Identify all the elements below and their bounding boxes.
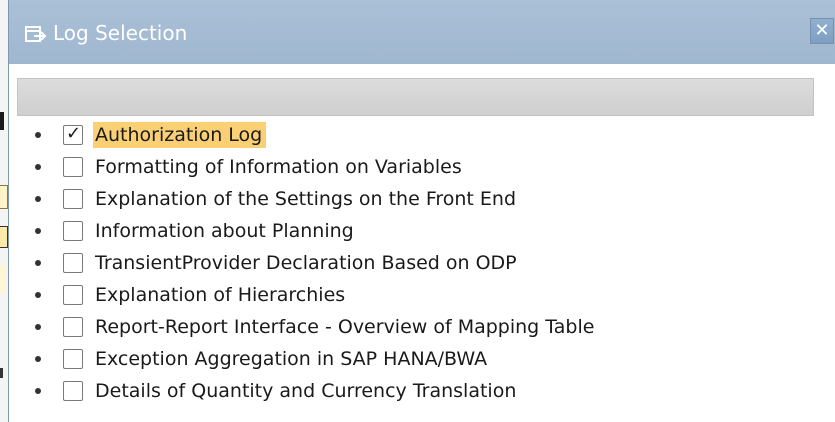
log-option: ✓ Authorization Log bbox=[29, 119, 598, 151]
option-checkbox[interactable] bbox=[63, 349, 83, 369]
log-option: Explanation of the Settings on the Front… bbox=[29, 183, 598, 215]
option-checkbox[interactable]: ✓ bbox=[63, 123, 83, 145]
log-option: Report-Report Interface - Overview of Ma… bbox=[29, 311, 598, 343]
option-label[interactable]: TransientProvider Declaration Based on O… bbox=[93, 250, 521, 276]
option-label[interactable]: Formatting of Information on Variables bbox=[93, 154, 466, 180]
option-checkbox[interactable] bbox=[63, 381, 83, 401]
bullet-icon bbox=[35, 164, 41, 170]
log-option: Formatting of Information on Variables bbox=[29, 151, 598, 183]
log-option: Exception Aggregation in SAP HANA/BWA bbox=[29, 343, 598, 375]
option-checkbox[interactable] bbox=[63, 253, 83, 273]
dialog-titlebar[interactable]: Log Selection ✕ bbox=[9, 0, 835, 64]
page: Log Selection ✕ ✓ Authorization Log Form… bbox=[0, 0, 835, 422]
checkmark-icon: ✓ bbox=[66, 123, 82, 144]
log-option: Details of Quantity and Currency Transla… bbox=[29, 375, 598, 407]
option-label[interactable]: Authorization Log bbox=[93, 122, 267, 148]
option-label[interactable]: Explanation of the Settings on the Front… bbox=[93, 186, 520, 212]
bullet-icon bbox=[35, 356, 41, 362]
background-fragment bbox=[0, 265, 6, 293]
background-fragment bbox=[0, 226, 8, 248]
log-option: TransientProvider Declaration Based on O… bbox=[29, 247, 598, 279]
dialog-body: ✓ Authorization Log Formatting of Inform… bbox=[9, 64, 835, 422]
option-checkbox[interactable] bbox=[63, 285, 83, 305]
background-fragment bbox=[0, 112, 4, 130]
background-fragment bbox=[0, 368, 3, 378]
option-checkbox[interactable] bbox=[63, 157, 83, 177]
bullet-icon bbox=[35, 292, 41, 298]
option-checkbox[interactable] bbox=[63, 189, 83, 209]
log-option: Information about Planning bbox=[29, 215, 598, 247]
background-fragment bbox=[0, 185, 8, 209]
close-icon: ✕ bbox=[814, 20, 830, 41]
option-label[interactable]: Explanation of Hierarchies bbox=[93, 282, 349, 308]
dialog-title: Log Selection bbox=[53, 21, 188, 45]
bullet-icon bbox=[35, 228, 41, 234]
bullet-icon bbox=[35, 132, 41, 138]
log-selection-dialog: Log Selection ✕ ✓ Authorization Log Form… bbox=[8, 0, 835, 422]
option-label[interactable]: Information about Planning bbox=[93, 218, 358, 244]
log-option: Explanation of Hierarchies bbox=[29, 279, 598, 311]
option-label[interactable]: Exception Aggregation in SAP HANA/BWA bbox=[93, 346, 491, 372]
close-button[interactable]: ✕ bbox=[810, 18, 834, 44]
bullet-icon bbox=[35, 324, 41, 330]
window-icon bbox=[25, 26, 47, 44]
toolbar-band bbox=[17, 78, 814, 116]
log-option-list: ✓ Authorization Log Formatting of Inform… bbox=[29, 119, 598, 407]
option-checkbox[interactable] bbox=[63, 317, 83, 337]
bullet-icon bbox=[35, 196, 41, 202]
option-label[interactable]: Report-Report Interface - Overview of Ma… bbox=[93, 314, 598, 340]
bullet-icon bbox=[35, 260, 41, 266]
bullet-icon bbox=[35, 388, 41, 394]
option-checkbox[interactable] bbox=[63, 221, 83, 241]
option-label[interactable]: Details of Quantity and Currency Transla… bbox=[93, 378, 520, 404]
